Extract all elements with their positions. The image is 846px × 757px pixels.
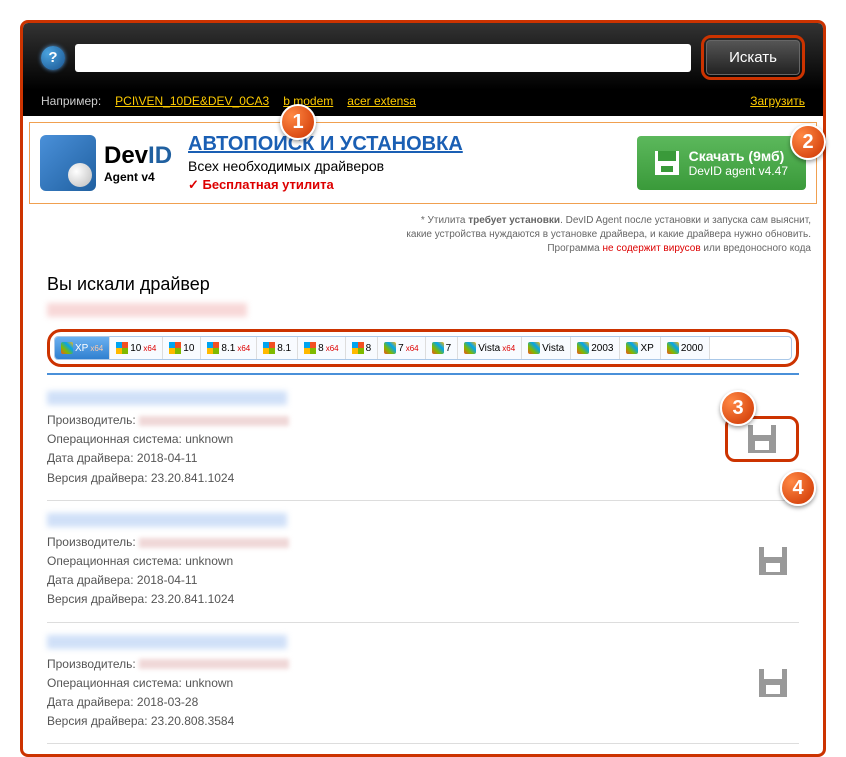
download-button[interactable]: Скачать (9мб) DevID agent v4.47: [637, 136, 806, 190]
driver-result: Производитель: Операционная система: unk…: [47, 501, 799, 623]
os-tab-Vista-x64[interactable]: Vistax64: [458, 337, 522, 359]
search-input[interactable]: [75, 44, 691, 72]
results-heading: Вы искали драйвер: [47, 274, 799, 295]
callout-4: 4: [780, 470, 816, 506]
search-bar: ? Искать: [23, 23, 823, 90]
callout-2: 2: [790, 124, 826, 160]
disclaimer-text: * Утилита требует установки. DevID Agent…: [23, 210, 823, 264]
os-tab-XP[interactable]: XP: [620, 337, 660, 359]
windows-icon: [667, 342, 679, 354]
os-tab-2003[interactable]: 2003: [571, 337, 620, 359]
download-version: DevID agent v4.47: [689, 164, 788, 178]
upload-link[interactable]: Загрузить: [750, 94, 805, 108]
driver-version: Версия драйвера: 23.20.841.1024: [47, 590, 727, 609]
search-button[interactable]: Искать: [706, 40, 800, 75]
driver-title-blurred[interactable]: [47, 513, 287, 527]
callout-1: 1: [280, 104, 316, 140]
promo-title[interactable]: АВТОПОИСК И УСТАНОВКА: [188, 133, 621, 156]
windows-icon: [528, 342, 540, 354]
example-link-1[interactable]: PCI\VEN_10DE&DEV_0CA3: [115, 94, 269, 108]
os-tab-8.1[interactable]: 8.1: [257, 337, 298, 359]
driver-manufacturer: Производитель:: [47, 411, 705, 430]
driver-date: Дата драйвера: 2018-04-11: [47, 571, 727, 590]
os-tab-8[interactable]: 8: [346, 337, 379, 359]
driver-result: Производитель: Операционная система: unk…: [47, 623, 799, 745]
windows-icon: [384, 342, 396, 354]
windows-icon: [626, 342, 638, 354]
devid-logo-text: DevID: [104, 142, 172, 170]
search-term-blurred: [47, 303, 247, 317]
driver-manufacturer: Производитель:: [47, 533, 727, 552]
os-tab-8.1-x64[interactable]: 8.1x64: [201, 337, 257, 359]
promo-subtitle: Всех необходимых драйверов: [188, 158, 621, 174]
download-driver-icon[interactable]: [759, 547, 787, 575]
windows-icon: [577, 342, 589, 354]
callout-3: 3: [720, 390, 756, 426]
examples-bar: Например: PCI\VEN_10DE&DEV_0CA3 b modem …: [23, 90, 823, 116]
os-tab-XP-x64[interactable]: XPx64: [55, 337, 110, 359]
promo-free-label: Бесплатная утилита: [188, 177, 621, 193]
driver-result: Производитель: Операционная система: unk…: [47, 379, 799, 501]
driver-title-blurred[interactable]: [47, 635, 287, 649]
os-tab-10[interactable]: 10: [163, 337, 201, 359]
windows-icon: [169, 342, 181, 354]
windows-icon: [352, 342, 364, 354]
download-driver-icon[interactable]: [748, 425, 776, 453]
os-tab-7-x64[interactable]: 7x64: [378, 337, 425, 359]
floppy-icon: [655, 151, 679, 175]
windows-icon: [116, 342, 128, 354]
driver-version: Версия драйвера: 23.20.841.1024: [47, 469, 705, 488]
driver-os: Операционная система: unknown: [47, 674, 727, 693]
example-label: Например:: [41, 94, 101, 108]
driver-os: Операционная система: unknown: [47, 430, 705, 449]
os-tab-2000[interactable]: 2000: [661, 337, 710, 359]
os-tab-8-x64[interactable]: 8x64: [298, 337, 345, 359]
download-label: Скачать (9мб): [689, 148, 788, 164]
driver-title-blurred[interactable]: [47, 391, 287, 405]
windows-icon: [61, 342, 73, 354]
help-icon[interactable]: ?: [41, 46, 65, 70]
driver-date: Дата драйвера: 2018-04-11: [47, 449, 705, 468]
os-filter-tabs: XPx6410x64108.1x648.18x6487x647Vistax64V…: [54, 336, 792, 360]
devid-logo-version: Agent v4: [104, 170, 172, 184]
download-driver-icon[interactable]: [759, 669, 787, 697]
example-link-3[interactable]: acer extensa: [347, 94, 416, 108]
windows-icon: [263, 342, 275, 354]
driver-os: Операционная система: unknown: [47, 552, 727, 571]
devid-logo-icon: [40, 135, 96, 191]
os-tab-10-x64[interactable]: 10x64: [110, 337, 163, 359]
windows-icon: [207, 342, 219, 354]
promo-banner: DevID Agent v4 АВТОПОИСК И УСТАНОВКА Все…: [29, 122, 817, 204]
os-tab-Vista[interactable]: Vista: [522, 337, 571, 359]
windows-icon: [304, 342, 316, 354]
driver-manufacturer: Производитель:: [47, 655, 727, 674]
windows-icon: [464, 342, 476, 354]
driver-version: Версия драйвера: 23.20.808.3584: [47, 712, 727, 731]
os-tab-7[interactable]: 7: [426, 337, 459, 359]
driver-date: Дата драйвера: 2018-03-28: [47, 693, 727, 712]
windows-icon: [432, 342, 444, 354]
